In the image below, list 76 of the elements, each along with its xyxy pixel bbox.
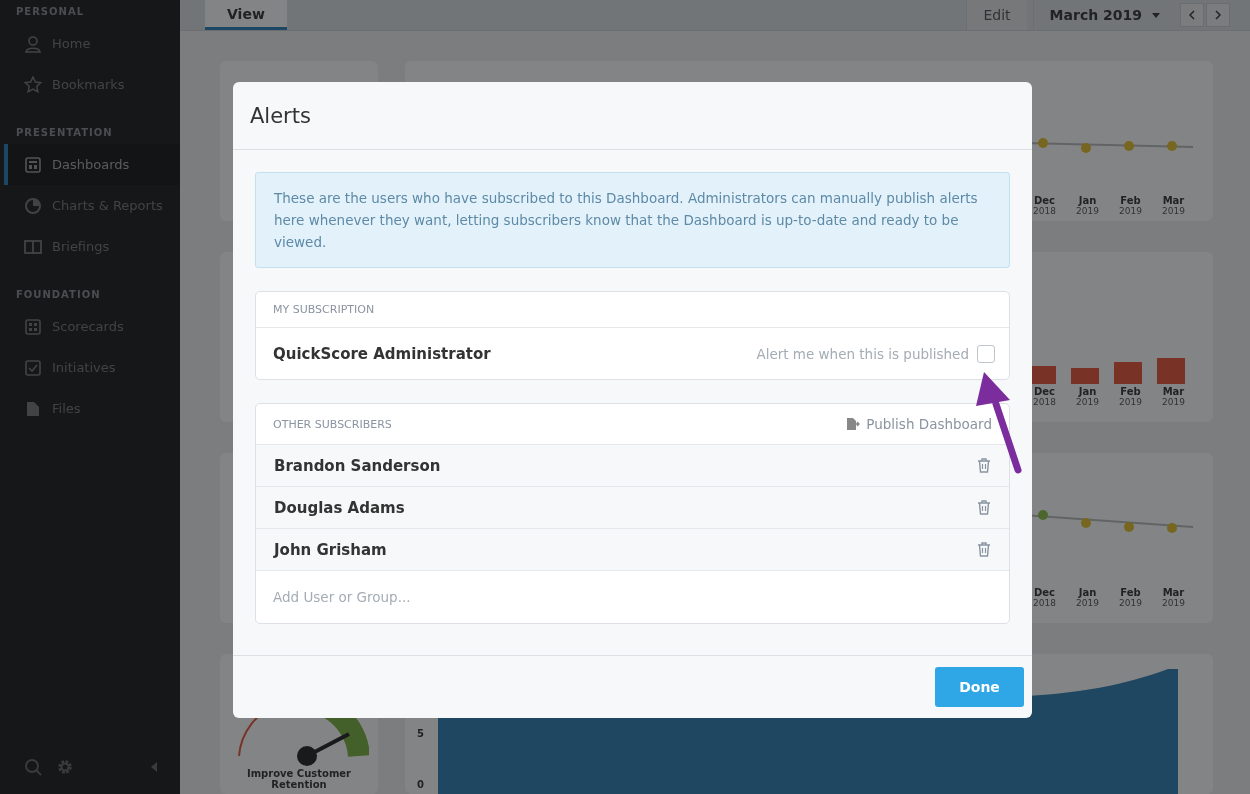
publish-dashboard-button[interactable]: Publish Dashboard <box>846 416 992 432</box>
star-icon <box>24 75 42 94</box>
subscriber-name: Brandon Sanderson <box>274 456 441 475</box>
next-button[interactable] <box>1206 3 1230 27</box>
search-icon <box>24 758 42 776</box>
axis-label: Dec <box>1034 587 1055 598</box>
bar <box>1114 362 1142 384</box>
axis-tick: 5 <box>417 728 424 739</box>
view-tab[interactable]: View <box>205 0 287 30</box>
scorecard-icon <box>24 317 42 336</box>
subscriber-name: Douglas Adams <box>274 498 405 517</box>
subscriber-name: QuickScore Administrator <box>273 344 491 363</box>
dashboard-icon <box>24 155 42 174</box>
axis-label: 2018 <box>1033 397 1056 407</box>
previous-button[interactable] <box>1180 3 1204 27</box>
axis-label: Dec <box>1034 386 1055 397</box>
settings-icon <box>56 758 74 776</box>
axis-label: Feb <box>1120 587 1141 598</box>
gauge-label: Improve Customer Retention <box>245 768 353 790</box>
alert-checkbox[interactable] <box>977 344 995 363</box>
axis-label: 2019 <box>1119 598 1142 608</box>
panel-heading: MY SUBSCRIPTION <box>256 292 1009 328</box>
data-point <box>1038 138 1048 148</box>
axis-label: Feb <box>1120 195 1141 206</box>
collapse-caret-icon <box>150 761 158 773</box>
info-message: These are the users who have subscribed to this Dashboard. Administrators can manually publish alerts here whenever they want, letting subscribers know that the Dashboard is up-to-date and ready to be viewed. <box>255 172 1010 268</box>
data-point <box>1081 143 1091 153</box>
chevron-left-icon <box>1189 10 1195 20</box>
axis-tick: 0 <box>417 779 424 790</box>
axis-label: 2019 <box>1162 206 1185 216</box>
axis-label: Jan <box>1078 587 1097 598</box>
bar <box>1071 368 1099 384</box>
axis-label: Feb <box>1120 386 1141 397</box>
axis-label: Mar <box>1162 386 1185 397</box>
subscriber-name: John Grisham <box>274 540 387 559</box>
book-icon <box>24 237 42 256</box>
publish-icon <box>846 417 861 431</box>
pie-chart-icon <box>24 196 42 215</box>
axis-label: Dec <box>1034 195 1055 206</box>
axis-label: 2019 <box>1162 598 1185 608</box>
axis-label: Mar <box>1162 195 1185 206</box>
axis-label: 2019 <box>1119 397 1142 407</box>
done-button[interactable]: Done <box>935 667 1024 707</box>
panel-heading: OTHER SUBSCRIBERS <box>273 417 392 431</box>
axis-label: 2019 <box>1076 598 1099 608</box>
data-point <box>1081 518 1091 528</box>
data-point <box>1167 141 1177 151</box>
delete-button[interactable] <box>976 499 992 516</box>
data-point <box>1167 523 1177 533</box>
bar <box>1157 358 1185 384</box>
data-point <box>1124 522 1134 532</box>
axis-label: 2018 <box>1033 598 1056 608</box>
axis-label: 2019 <box>1076 397 1099 407</box>
caret-icon <box>1152 12 1160 18</box>
trash-icon <box>976 457 992 474</box>
checkbox-icon <box>24 358 42 377</box>
axis-label: Jan <box>1078 195 1097 206</box>
data-point <box>1038 510 1048 520</box>
axis-label: 2019 <box>1076 206 1099 216</box>
delete-button[interactable] <box>976 457 992 474</box>
person-icon <box>24 34 42 53</box>
add-user-field[interactable]: Add User or Group... <box>256 571 1009 623</box>
axis-label: Jan <box>1078 386 1097 397</box>
checkbox-label: Alert me when this is published <box>756 345 969 362</box>
file-icon <box>24 399 42 418</box>
edit-button[interactable]: Edit <box>966 0 1027 30</box>
trash-icon <box>976 499 992 516</box>
axis-label: 2019 <box>1119 206 1142 216</box>
trash-icon <box>976 541 992 558</box>
axis-label: Mar <box>1162 587 1185 598</box>
axis-label: 2019 <box>1162 397 1185 407</box>
delete-button[interactable] <box>976 541 992 558</box>
axis-label: 2018 <box>1033 206 1056 216</box>
dialog-title: Alerts <box>250 103 311 128</box>
chevron-right-icon <box>1215 10 1221 20</box>
data-point <box>1124 141 1134 151</box>
